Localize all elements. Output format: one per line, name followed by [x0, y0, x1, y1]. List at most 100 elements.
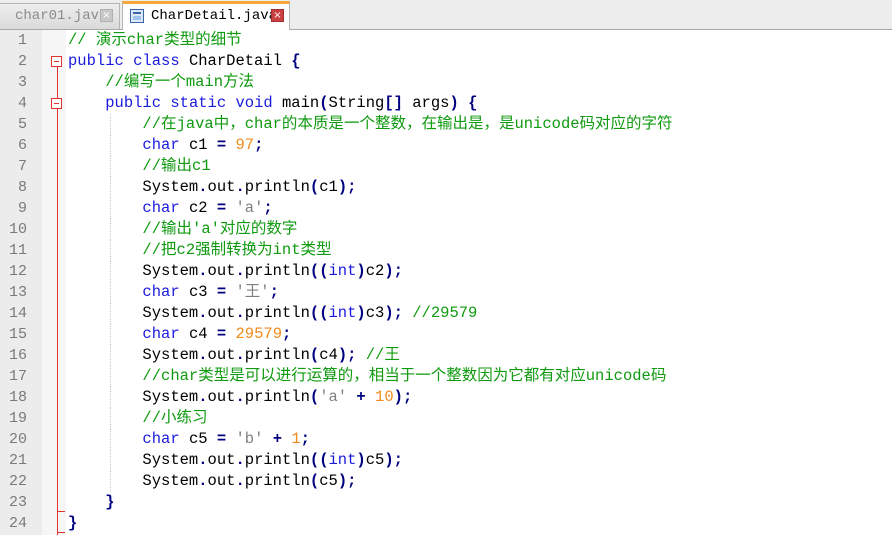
code-token: .	[198, 472, 208, 490]
code-line[interactable]: 10 //输出'a'对应的数字	[0, 219, 892, 240]
code-line[interactable]: 5 //在java中，char的本质是一个整数，在输出是，是unicode码对应…	[0, 114, 892, 135]
code-line[interactable]: 9 char c2 = 'a';	[0, 198, 892, 219]
line-number: 7	[17, 158, 27, 175]
code-token: c5	[365, 451, 385, 469]
code-text: char c2 = 'a';	[68, 198, 272, 219]
code-token: //char类型是可以进行运算的，相当于一个整数因为它都有对应unicode码	[142, 367, 667, 385]
code-line[interactable]: 24}	[0, 513, 892, 534]
code-token: int	[328, 451, 357, 469]
code-line[interactable]: 12 System.out.println((int)c2);	[0, 261, 892, 282]
code-line[interactable]: 17 //char类型是可以进行运算的，相当于一个整数因为它都有对应unicod…	[0, 366, 892, 387]
code-token: .	[198, 262, 208, 280]
code-token: out	[207, 388, 236, 406]
code-token: ((	[309, 451, 329, 469]
code-token: System	[142, 346, 199, 364]
code-token: []	[384, 94, 403, 112]
code-line[interactable]: 6 char c1 = 97;	[0, 135, 892, 156]
code-editor[interactable]: 1 // 演示char类型的细节 2 public class CharDetail …	[0, 30, 892, 535]
code-line[interactable]: 22 System.out.println(c5);	[0, 471, 892, 492]
tab-bar: char01.java × CharDetail.java ×	[0, 0, 892, 30]
code-token: char	[142, 199, 180, 217]
code-token: ;	[282, 325, 292, 343]
code-text: //编写一个main方法	[68, 72, 254, 93]
code-token: =	[216, 325, 227, 343]
code-line[interactable]: 16 System.out.println(c4); //王	[0, 345, 892, 366]
code-token: //输出'a'对应的数字	[142, 220, 298, 238]
code-line[interactable]: 21 System.out.println((int)c5);	[0, 450, 892, 471]
line-number: 16	[8, 347, 27, 364]
code-token: CharDetail	[179, 52, 292, 70]
code-token: .	[198, 451, 208, 469]
code-text: public static void main(String[] args) {	[68, 93, 477, 114]
line-number: 22	[8, 473, 27, 490]
line-number: 17	[8, 368, 27, 385]
code-token: .	[198, 346, 208, 364]
line-number: 15	[8, 326, 27, 343]
file-icon	[130, 9, 144, 23]
code-line[interactable]: 23 }	[0, 492, 892, 513]
code-line[interactable]: 13 char c3 = '王';	[0, 282, 892, 303]
code-line[interactable]: 19 //小练习	[0, 408, 892, 429]
code-line[interactable]: 20 char c5 = 'b' + 1;	[0, 429, 892, 450]
code-line[interactable]: 18 System.out.println('a' + 10);	[0, 387, 892, 408]
code-line[interactable]: 14 System.out.println((int)c3); //29579	[0, 303, 892, 324]
code-line[interactable]: 7 //输出c1	[0, 156, 892, 177]
tab-char01[interactable]: char01.java ×	[0, 3, 120, 29]
code-line[interactable]: 11 //把c2强制转换为int类型	[0, 240, 892, 261]
code-text: //输出c1	[68, 156, 210, 177]
code-line[interactable]: 15 char c4 = 29579;	[0, 324, 892, 345]
tab-chardetail[interactable]: CharDetail.java ×	[122, 1, 290, 30]
code-text: System.out.println(c1);	[68, 177, 356, 198]
code-token: );	[384, 451, 403, 469]
code-token: c3	[365, 304, 385, 322]
line-number: 20	[8, 431, 27, 448]
line-number: 23	[8, 494, 27, 511]
code-line[interactable]: 2 public class CharDetail {	[0, 51, 892, 72]
code-token: System	[142, 304, 199, 322]
code-token: main	[272, 94, 320, 112]
code-token: println	[244, 388, 310, 406]
code-text: //把c2强制转换为int类型	[68, 240, 331, 261]
close-icon[interactable]: ×	[271, 9, 284, 22]
tab-label: char01.java	[15, 8, 108, 24]
code-token: }	[68, 514, 78, 532]
code-token: );	[393, 388, 413, 406]
code-token: println	[244, 178, 310, 196]
code-text: System.out.println((int)c5);	[68, 450, 403, 471]
code-token: out	[207, 178, 236, 196]
code-token: class	[133, 52, 180, 70]
code-token: out	[207, 304, 236, 322]
code-text: }	[68, 492, 114, 513]
line-number: 12	[8, 263, 27, 280]
code-line[interactable]: 3 //编写一个main方法	[0, 72, 892, 93]
line-number: 8	[17, 179, 27, 196]
code-line[interactable]: 1 // 演示char类型的细节	[0, 30, 892, 51]
code-token: );	[384, 262, 403, 280]
code-text: //输出'a'对应的数字	[68, 219, 297, 240]
code-token: System	[142, 262, 199, 280]
code-token: out	[207, 472, 236, 490]
code-token: {	[468, 94, 478, 112]
line-number: 19	[8, 410, 27, 427]
code-token: (	[319, 94, 329, 112]
code-token: c5	[179, 430, 217, 448]
code-token: int	[328, 304, 357, 322]
code-token: int	[328, 262, 357, 280]
close-icon[interactable]: ×	[100, 9, 113, 22]
code-line[interactable]: 8 System.out.println(c1);	[0, 177, 892, 198]
code-token: //王	[365, 346, 400, 364]
code-line[interactable]: 4 public static void main(String[] args)…	[0, 93, 892, 114]
line-number: 10	[8, 221, 27, 238]
code-token: '王'	[235, 283, 270, 301]
